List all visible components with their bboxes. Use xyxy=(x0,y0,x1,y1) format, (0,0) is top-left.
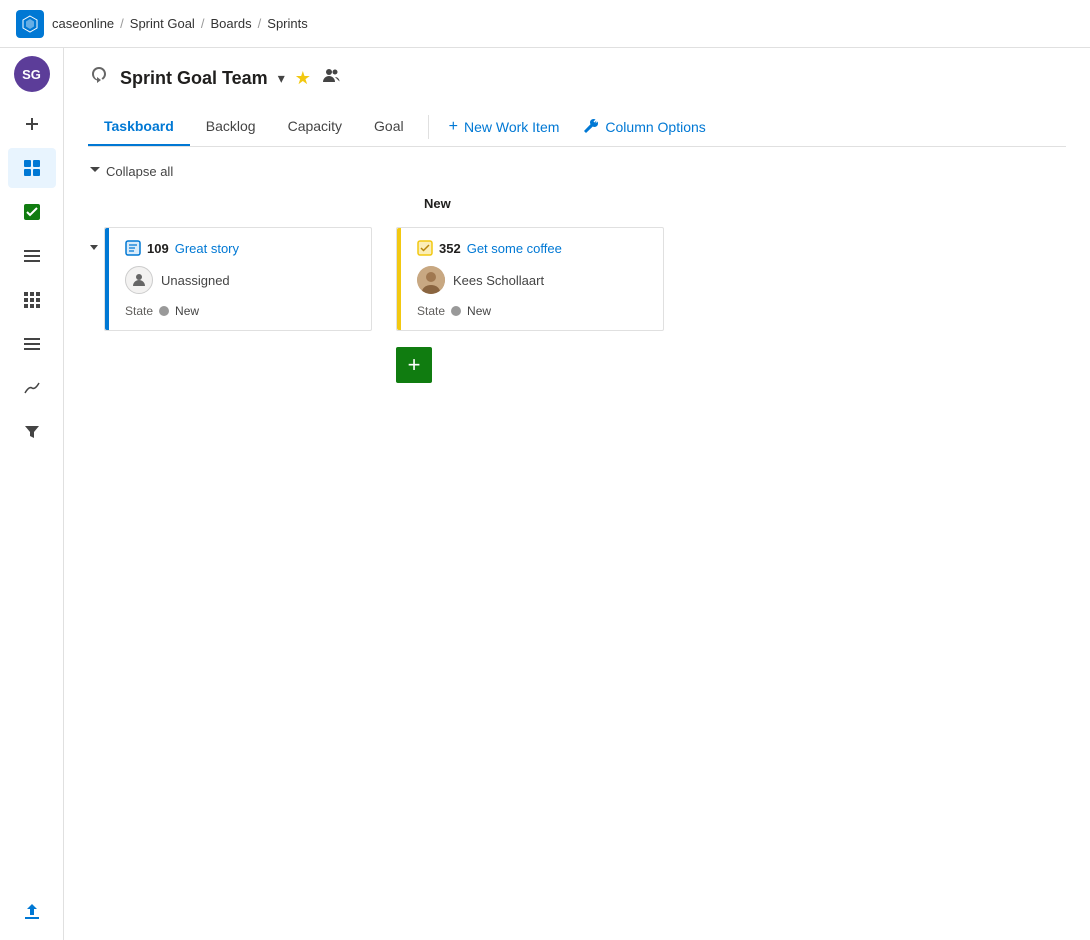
task-icon xyxy=(417,240,433,256)
favorite-icon[interactable]: ★ xyxy=(295,68,311,89)
assignee-name: Kees Schollaart xyxy=(453,273,544,288)
tab-backlog[interactable]: Backlog xyxy=(190,108,272,146)
new-work-item-button[interactable]: + New Work Item xyxy=(437,110,572,144)
sidebar: SG xyxy=(0,48,64,940)
card-id: 352 xyxy=(439,241,461,256)
sidebar-item-boards[interactable] xyxy=(8,148,56,188)
content: Sprint Goal Team ▾ ★ Taskboard Backlog C… xyxy=(64,48,1090,940)
avatar-photo xyxy=(417,266,445,294)
collapse-icon xyxy=(88,163,102,180)
story-collapse-arrow[interactable] xyxy=(88,227,104,257)
state-label: State xyxy=(125,304,153,318)
sidebar-item-analytics[interactable] xyxy=(8,368,56,408)
column-options-button[interactable]: Column Options xyxy=(571,110,717,145)
breadcrumb-sprints[interactable]: Sprints xyxy=(267,16,307,31)
add-card-button[interactable]: + xyxy=(396,347,432,383)
state-value: New xyxy=(175,304,199,318)
title-chevron-icon[interactable]: ▾ xyxy=(278,70,285,87)
assignee-name: Unassigned xyxy=(161,273,230,288)
card-352: 352 Get some coffee Kees xyxy=(396,227,664,331)
card-id: 109 xyxy=(147,241,169,256)
page-title-row: Sprint Goal Team ▾ ★ xyxy=(88,64,1066,92)
wrench-icon xyxy=(583,118,599,137)
tab-goal[interactable]: Goal xyxy=(358,108,420,146)
app-logo[interactable] xyxy=(16,10,44,38)
sidebar-item-filter[interactable] xyxy=(8,412,56,452)
card-title[interactable]: Great story xyxy=(175,241,239,256)
plus-icon: + xyxy=(408,352,421,378)
story-row: 109 Great story Unassigned xyxy=(88,227,1066,383)
add-icon: + xyxy=(449,118,458,136)
page-title: Sprint Goal Team xyxy=(120,68,268,89)
tab-taskboard[interactable]: Taskboard xyxy=(88,108,190,146)
page-header: Sprint Goal Team ▾ ★ Taskboard Backlog C… xyxy=(64,48,1090,147)
card-109: 109 Great story Unassigned xyxy=(104,227,372,331)
user-story-icon xyxy=(125,240,141,256)
sidebar-item-layers[interactable] xyxy=(8,324,56,364)
sidebar-item-check[interactable] xyxy=(8,192,56,232)
state-dot xyxy=(159,306,169,316)
column-header-new: New xyxy=(424,196,692,219)
sidebar-item-deploy[interactable] xyxy=(8,892,56,932)
board-area: Collapse all New xyxy=(64,147,1090,940)
state-label: State xyxy=(417,304,445,318)
people-icon[interactable] xyxy=(321,66,341,91)
avatar[interactable]: SG xyxy=(14,56,50,92)
tab-separator xyxy=(428,115,429,139)
board-toolbar: Collapse all xyxy=(88,163,1066,180)
state-value: New xyxy=(467,304,491,318)
breadcrumb: caseonline / Sprint Goal / Boards / Spri… xyxy=(52,16,308,31)
sidebar-item-grid[interactable] xyxy=(8,280,56,320)
breadcrumb-boards[interactable]: Boards xyxy=(210,16,251,31)
card-color-bar xyxy=(105,228,109,330)
top-bar: caseonline / Sprint Goal / Boards / Spri… xyxy=(0,0,1090,48)
state-dot xyxy=(451,306,461,316)
collapse-all-button[interactable]: Collapse all xyxy=(88,163,173,180)
sidebar-item-backlog[interactable] xyxy=(8,236,56,276)
breadcrumb-sprint-goal[interactable]: Sprint Goal xyxy=(130,16,195,31)
card-title[interactable]: Get some coffee xyxy=(467,241,562,256)
main-layout: SG xyxy=(0,48,1090,940)
breadcrumb-caseonline[interactable]: caseonline xyxy=(52,16,114,31)
unassigned-icon xyxy=(125,266,153,294)
sidebar-item-add[interactable] xyxy=(8,104,56,144)
tab-capacity[interactable]: Capacity xyxy=(272,108,358,146)
sprint-icon xyxy=(88,64,110,92)
tabs-bar: Taskboard Backlog Capacity Goal + New Wo… xyxy=(88,108,1066,147)
card-color-bar xyxy=(397,228,401,330)
